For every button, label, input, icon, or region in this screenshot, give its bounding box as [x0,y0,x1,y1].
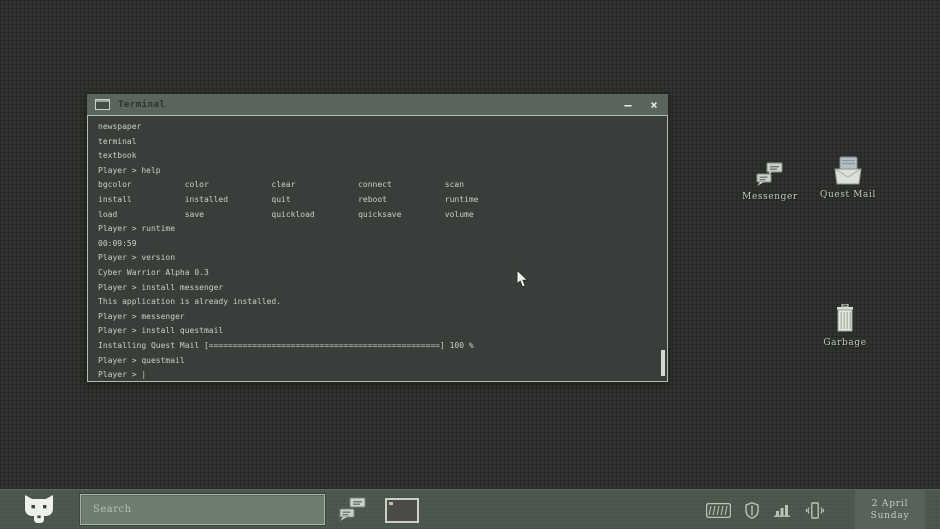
desktop-icon-label: Garbage [813,338,877,348]
start-logo[interactable] [22,494,56,526]
terminal-line: textbook [98,149,667,164]
scrollbar-thumb[interactable] [661,350,665,376]
desktop-icon-label: Quest Mail [816,190,880,200]
speech-bubbles-icon [738,158,802,188]
terminal-line: Player > runtime [98,222,667,237]
terminal-line: Player > version [98,251,667,266]
terminal-line: Player > help [98,164,667,179]
keyboard-icon[interactable] [706,503,731,518]
minimize-button[interactable]: – [620,97,636,113]
terminal-line: bgcolor color clear connect scan [98,178,667,193]
terminal-line: install installed quit reboot runtime [98,193,667,208]
date-display[interactable]: 2 April Sunday [855,490,925,529]
vibrate-phone-icon[interactable] [805,502,825,519]
shield-icon[interactable] [745,502,759,519]
terminal-line: Player > install questmail [98,324,667,339]
terminal-line: This application is already installed. [98,295,667,310]
terminal-line: Cyber Warrior Alpha 0.3 [98,266,667,281]
trash-can-icon [813,304,877,334]
desktop-icon-questmail[interactable]: Quest Mail [816,156,880,200]
terminal-body[interactable]: newspaperterminaltextbookPlayer > helpbg… [87,115,668,382]
taskbar: 2 April Sunday [0,489,940,529]
taskbar-messenger-button[interactable] [336,496,370,524]
terminal-line: load save quickload quicksave volume [98,208,667,223]
close-button[interactable]: × [646,97,662,113]
terminal-title: Terminal [118,100,165,110]
terminal-line: terminal [98,135,667,150]
search-input[interactable] [80,494,325,525]
desktop-icon-label: Messenger [738,192,802,202]
terminal-line: Player > questmail [98,354,667,369]
terminal-titlebar[interactable]: Terminal – × [87,94,668,115]
desktop-icon-messenger[interactable]: Messenger [738,158,802,202]
signal-bars-icon[interactable] [773,503,791,518]
desktop-icon-garbage[interactable]: Garbage [813,304,877,348]
terminal-window-icon [95,99,110,110]
terminal-line: 00:09:59 [98,237,667,252]
terminal-window: Terminal – × newspaperterminaltextbookPl… [86,93,669,382]
terminal-line: Installing Quest Mail [=================… [98,339,667,354]
terminal-line: Player > install messenger [98,281,667,296]
terminal-window-icon [385,498,419,523]
date-line: 2 April [872,498,909,510]
terminal-line: newspaper [98,120,667,135]
taskbar-terminal-button[interactable] [382,496,422,524]
terminal-line: Player > messenger [98,310,667,325]
terminal-line: Player > | [98,368,667,382]
system-tray [706,490,825,529]
terminal-output: newspaperterminaltextbookPlayer > helpbg… [98,120,667,382]
speech-bubbles-icon [339,497,367,523]
envelope-icon [816,156,880,186]
window-controls: – × [620,94,662,115]
desktop: Terminal – × newspaperterminaltextbookPl… [0,0,940,529]
weekday-line: Sunday [871,510,910,522]
